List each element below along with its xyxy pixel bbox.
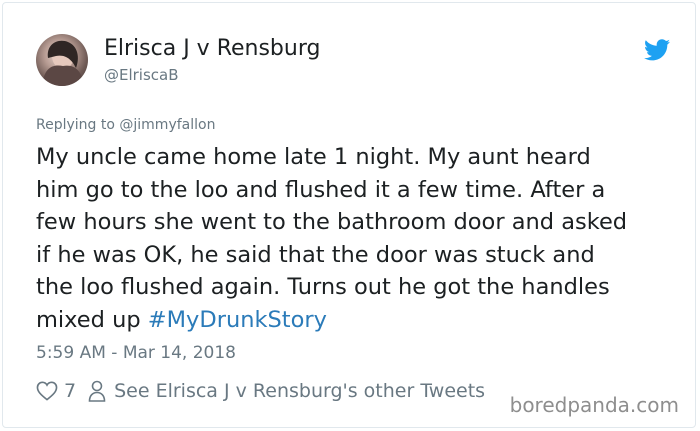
tweet-line: the loo flushed again. Turns out he got …	[36, 274, 610, 300]
other-tweets-link[interactable]: See Elrisca J v Rensburg's other Tweets	[114, 380, 485, 402]
tweet-text: My uncle came home late 1 night. My aunt…	[36, 141, 676, 336]
reply-context: Replying to @jimmyfallon	[36, 117, 215, 133]
tweet-line: if he was OK, he said that the door was …	[36, 241, 595, 268]
heart-icon[interactable]	[36, 381, 58, 401]
tweet-line: him go to the loo and flushed it a few t…	[36, 176, 606, 203]
tweet-card: Elrisca J v Rensburg @ElriscaB Replying …	[2, 2, 696, 428]
tweet-actions: 7 See Elrisca J v Rensburg's other Tweet…	[36, 378, 485, 404]
watermark: boredpanda.com	[509, 393, 679, 417]
like-count[interactable]: 7	[64, 380, 76, 402]
tweet-line: few hours she went to the bathroom door …	[36, 209, 628, 235]
timestamp[interactable]: 5:59 AM - Mar 14, 2018	[36, 343, 236, 363]
avatar[interactable]	[36, 34, 88, 86]
person-icon	[88, 380, 106, 402]
tweet-last-line-text: mixed up	[36, 306, 141, 333]
tweet-line: My uncle came home late 1 night. My aunt…	[36, 144, 591, 170]
hashtag-link[interactable]: #MyDrunkStory	[148, 307, 327, 333]
author-name[interactable]: Elrisca J v Rensburg	[104, 36, 320, 61]
twitter-bird-icon[interactable]	[644, 39, 670, 61]
tweet-last-line: mixed up #MyDrunkStory	[36, 304, 676, 337]
author-handle[interactable]: @ElriscaB	[104, 66, 179, 84]
reply-mention[interactable]: @jimmyfallon	[119, 117, 215, 133]
reply-prefix: Replying to	[36, 117, 115, 133]
